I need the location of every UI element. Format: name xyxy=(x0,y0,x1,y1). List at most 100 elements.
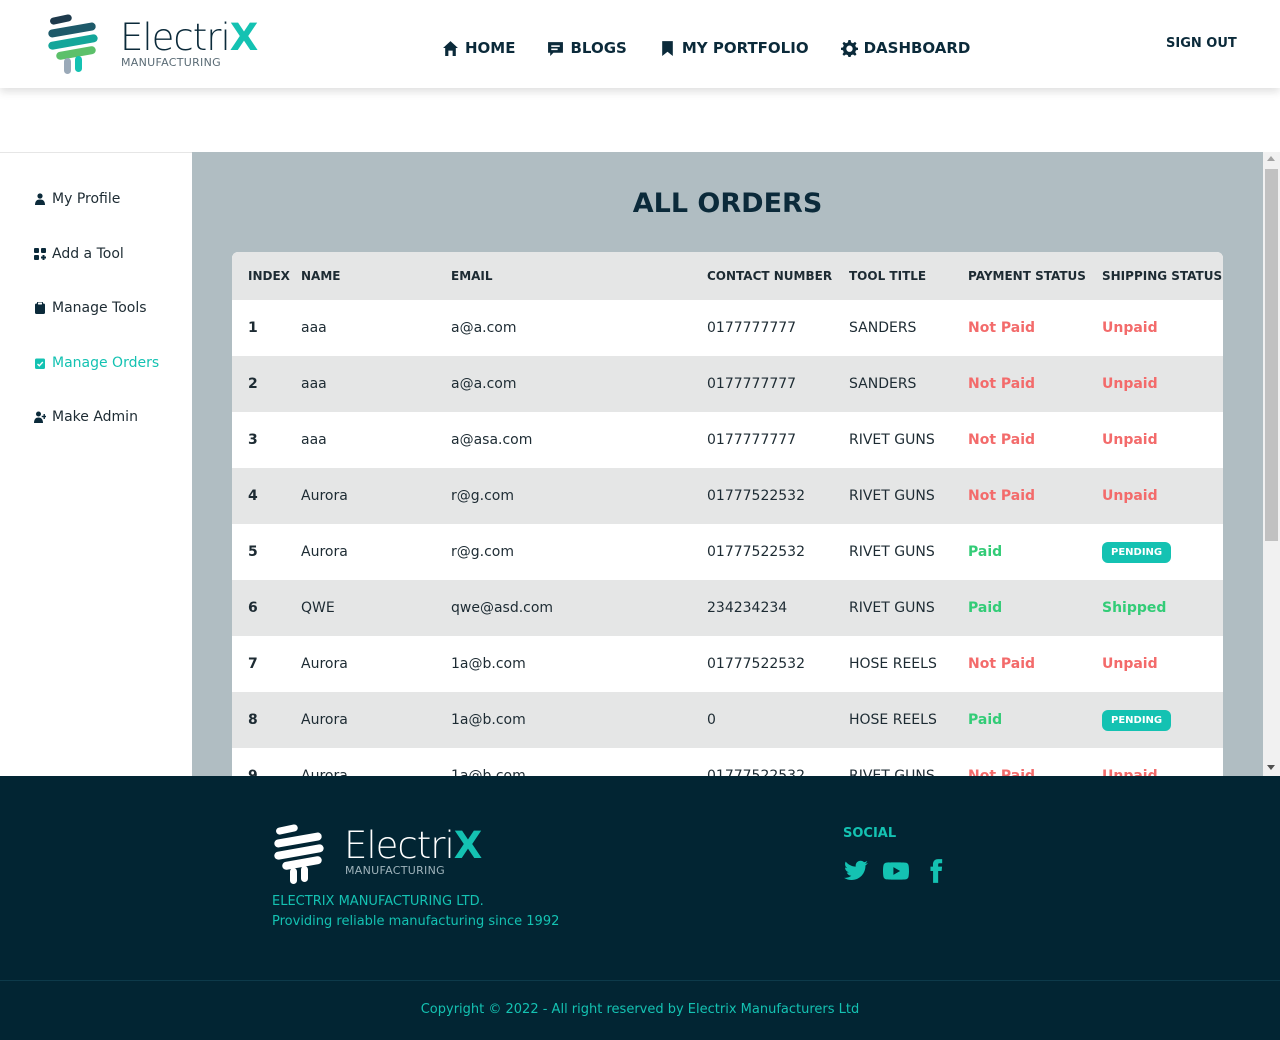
footer-brand-tagline: MANUFACTURING xyxy=(345,864,445,877)
sidebar-item-label: Make Admin xyxy=(52,409,138,425)
nav-home-label: HOME xyxy=(465,39,516,57)
facebook-icon[interactable] xyxy=(923,858,949,884)
table-header-row: INDEX NAME EMAIL CONTACT NUMBER TOOL TIT… xyxy=(232,252,1223,300)
cell-shipping-status: Unpaid xyxy=(1102,488,1158,504)
column-header-contact: CONTACT NUMBER xyxy=(707,269,833,283)
footer-tagline: Providing reliable manufacturing since 1… xyxy=(272,914,560,929)
cell-index: 9 xyxy=(248,768,258,776)
cell-index: 5 xyxy=(248,544,258,560)
footer-logo[interactable]: ElectriX MANUFACTURING xyxy=(272,824,492,886)
cell-contact: 0177777777 xyxy=(707,320,797,336)
cell-shipping-status: Unpaid xyxy=(1102,376,1158,392)
nav-blogs-label: BLOGS xyxy=(570,39,627,57)
youtube-icon[interactable] xyxy=(883,858,909,884)
column-header-email: EMAIL xyxy=(451,269,493,283)
cell-name: Aurora xyxy=(301,768,348,776)
sidebar-item-make-admin[interactable]: Make Admin xyxy=(34,409,138,425)
nav-dashboard[interactable]: DASHBOARD xyxy=(840,36,971,60)
social-links xyxy=(843,858,949,884)
cell-tool-title: RIVET GUNS xyxy=(849,432,935,448)
cell-shipping-status: Unpaid xyxy=(1102,320,1158,336)
sign-out-button[interactable]: SIGN OUT xyxy=(1166,36,1237,51)
cell-shipping-status: PENDING xyxy=(1102,524,1223,580)
column-header-shipping-status: SHIPPING STATUS xyxy=(1102,269,1223,283)
bookmark-icon xyxy=(662,40,673,56)
cell-name: aaa xyxy=(301,376,327,392)
scrollbar-thumb[interactable] xyxy=(1265,169,1278,541)
sidebar-item-manage-orders[interactable]: Manage Orders xyxy=(34,355,159,371)
top-header: ElectriX MANUFACTURING HOME BLOGS MY POR… xyxy=(0,0,1280,88)
sidebar-item-label: Manage Orders xyxy=(52,355,160,371)
cell-contact: 0177777777 xyxy=(707,376,797,392)
cell-email: 1a@b.com xyxy=(451,768,526,776)
cell-tool-title: RIVET GUNS xyxy=(849,488,935,504)
page-title: ALL ORDERS xyxy=(632,188,823,219)
sidebar-item-manage-tools[interactable]: Manage Tools xyxy=(34,300,147,316)
cell-email: r@g.com xyxy=(451,488,514,504)
cell-contact: 0177777777 xyxy=(707,432,797,448)
column-header-tool-title: TOOL TITLE xyxy=(849,269,927,283)
main-nav: HOME BLOGS MY PORTFOLIO DASHBOARD xyxy=(442,36,1002,60)
nav-portfolio[interactable]: MY PORTFOLIO xyxy=(659,36,809,60)
scroll-down-arrow-icon[interactable] xyxy=(1267,765,1275,770)
brand-logo[interactable]: ElectriX MANUFACTURING xyxy=(46,14,258,76)
home-icon xyxy=(443,40,458,56)
nav-blogs[interactable]: BLOGS xyxy=(547,36,627,60)
scroll-up-arrow-icon[interactable] xyxy=(1267,156,1275,161)
cell-payment-status: Paid xyxy=(968,544,1003,560)
cell-email: qwe@asd.com xyxy=(451,600,554,616)
footer-brand-name: ElectriX xyxy=(344,824,482,867)
nav-home[interactable]: HOME xyxy=(442,36,515,60)
cell-name: Aurora xyxy=(301,712,348,728)
pending-badge[interactable]: PENDING xyxy=(1102,541,1172,563)
cell-contact: 0 xyxy=(707,712,716,728)
brand-name: ElectriX xyxy=(120,16,258,59)
cell-name: aaa xyxy=(301,320,327,336)
page-scrollbar[interactable] xyxy=(1263,152,1280,776)
brand-tagline: MANUFACTURING xyxy=(121,56,221,69)
sidebar-item-label: Add a Tool xyxy=(52,246,124,262)
cell-tool-title: HOSE REELS xyxy=(849,712,937,728)
orders-table-container[interactable]: INDEX NAME EMAIL CONTACT NUMBER TOOL TIT… xyxy=(232,252,1223,776)
cell-shipping-status: Shipped xyxy=(1102,600,1167,616)
pending-badge[interactable]: PENDING xyxy=(1102,709,1172,731)
cell-payment-status: Paid xyxy=(968,600,1003,616)
cell-contact: 01777522532 xyxy=(707,768,805,776)
footer-social-title: SOCIAL xyxy=(843,826,897,841)
cell-tool-title: RIVET GUNS xyxy=(849,600,935,616)
logo-mark-icon xyxy=(48,14,98,74)
grid-plus-icon xyxy=(34,248,46,260)
clipboard-check-icon xyxy=(35,358,45,369)
cell-email: r@g.com xyxy=(451,544,514,560)
cell-index: 2 xyxy=(248,376,258,392)
table-row: 1 aaa a@a.com 0177777777 SANDERS Not Pai… xyxy=(232,300,1223,356)
table-row: 2 aaa a@a.com 0177777777 SANDERS Not Pai… xyxy=(232,356,1223,412)
nav-portfolio-label: MY PORTFOLIO xyxy=(681,39,809,57)
sidebar-item-add-tool[interactable]: Add a Tool xyxy=(34,246,124,262)
cell-index: 4 xyxy=(248,488,258,504)
user-icon xyxy=(35,193,45,205)
cell-email: a@asa.com xyxy=(451,432,533,448)
cell-index: 8 xyxy=(248,712,258,728)
cell-email: a@a.com xyxy=(451,320,517,336)
user-plus-icon xyxy=(34,411,46,423)
table-row: 7 Aurora 1a@b.com 01777522532 HOSE REELS… xyxy=(232,636,1223,692)
orders-panel: ALL ORDERS INDEX NAME EMAIL CONTACT NUMB… xyxy=(192,152,1263,776)
column-header-index: INDEX xyxy=(248,269,290,283)
sidebar-item-label: Manage Tools xyxy=(52,300,147,316)
twitter-icon[interactable] xyxy=(843,858,869,884)
cell-payment-status: Paid xyxy=(968,712,1003,728)
cell-name: Aurora xyxy=(301,544,348,560)
cell-email: a@a.com xyxy=(451,376,517,392)
cell-email: 1a@b.com xyxy=(451,656,526,672)
orders-table-body: 1 aaa a@a.com 0177777777 SANDERS Not Pai… xyxy=(232,300,1223,776)
orders-table: INDEX NAME EMAIL CONTACT NUMBER TOOL TIT… xyxy=(232,252,1223,776)
footer-divider xyxy=(0,980,1280,981)
sidebar-item-my-profile[interactable]: My Profile xyxy=(34,191,120,207)
cell-tool-title: RIVET GUNS xyxy=(849,544,935,560)
table-row: 3 aaa a@asa.com 0177777777 RIVET GUNS No… xyxy=(232,412,1223,468)
cell-email: 1a@b.com xyxy=(451,712,526,728)
column-header-name: NAME xyxy=(301,269,341,283)
nav-dashboard-label: DASHBOARD xyxy=(863,39,971,57)
footer-company-name: ELECTRIX MANUFACTURING LTD. xyxy=(272,894,484,909)
